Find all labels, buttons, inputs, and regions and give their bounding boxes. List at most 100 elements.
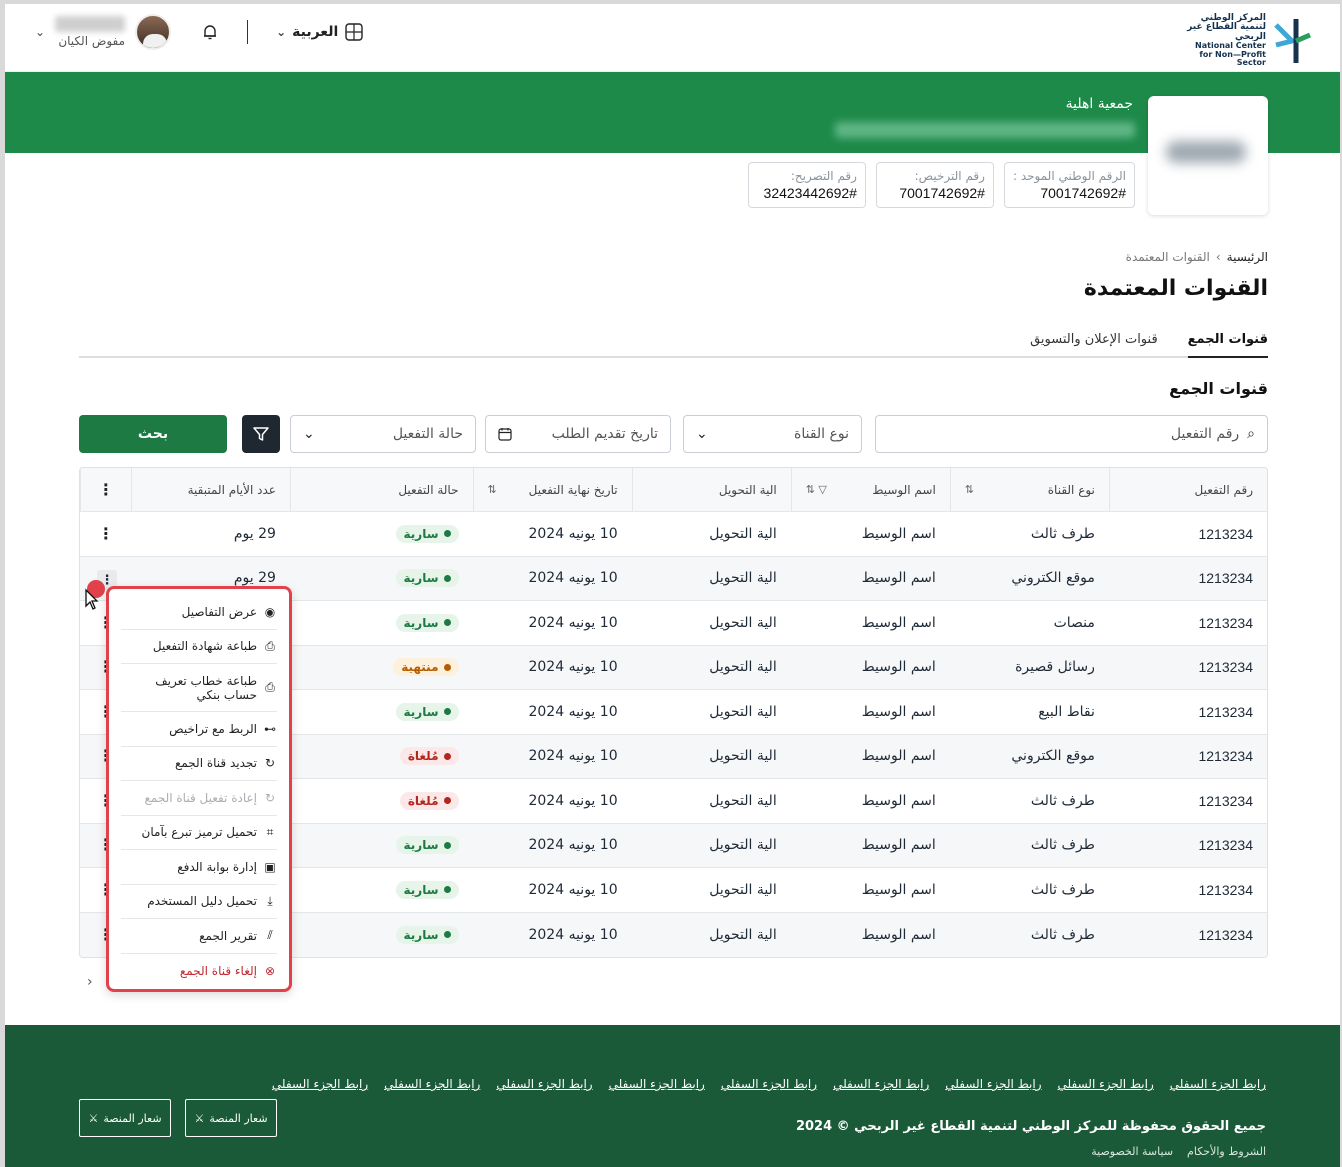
row-actions-kebab-icon[interactable]: ⋮ [80,512,131,556]
broker-name: اسم الوسيط [861,881,936,898]
footer: رابط الجزء السفلي رابط الجزء السفلي رابط ا… [5,1025,1340,1167]
page-title: القنوات المعتمدة [1083,276,1268,301]
col-remaining-days[interactable]: عدد الأيام المتبقية [130,468,290,511]
footer-link[interactable]: رابط الجزء السفلي [496,1077,592,1091]
user-name [55,16,126,32]
language-switcher[interactable]: ⌄ العربية [276,22,364,42]
col-activation-number[interactable]: رقم التفعيل [1108,468,1267,511]
col-broker-name[interactable]: اسم الوسيط ▽ ⇅ [790,468,950,511]
request-date-placeholder: تاريخ تقديم الطلب [551,426,658,442]
status-dot-icon [443,708,451,716]
col-transfer-mechanism[interactable]: الية التحويل [631,468,791,511]
status-label: منتهية [401,660,439,675]
menu-item[interactable]: ⫽ تقرير الجمع [121,919,277,954]
menu-item[interactable]: ⌗ تحميل ترميز تبرع بآمان [121,816,277,850]
menu-item[interactable]: ◉ عرض التفاصيل [121,595,277,630]
menu-item[interactable]: ⎙ طباعة خطاب تعريف حساب بنكي [121,664,277,712]
chevron-down-icon: ⌄ [696,426,708,442]
calendar-icon [498,428,512,441]
org-name [835,122,1135,138]
activation-number-input[interactable]: ⌕ رقم التفعيل [875,415,1268,453]
qr-download-icon: ⌗ [266,824,274,839]
sort-icon[interactable]: ⇅ [965,483,974,496]
menu-item[interactable]: ⊶ الربط مع تراخيص [121,712,277,747]
sort-icon[interactable]: ⇅ [488,483,497,496]
avatar[interactable] [135,14,172,50]
filter-icon [253,427,269,441]
broker-name: اسم الوسيط [861,703,936,720]
status-badge: سارية [395,613,459,632]
menu-item-label: الربط مع تراخيص [169,721,257,736]
footer-link[interactable]: رابط الجزء السفلي [609,1077,705,1091]
legal-links: الشروط والأحكام سياسة الخصوصية [1091,1145,1266,1158]
activation-end-date: 10 يونيه 2024 [528,703,618,720]
activation-number: 1213234 [1198,881,1253,898]
table-header: رقم التفعيل نوع القناة ⇅ اسم الوسيط ▽ ⇅ … [80,468,1267,512]
menu-item[interactable]: ⊗ إلغاء قناة الجمع [121,954,277,989]
column-options-kebab-icon[interactable]: ⋮ [80,468,131,511]
menu-item-label: إعادة تفعيل قناة الجمع [144,790,258,805]
tabs: قنوات الجمع قنوات الإعلان والتسويق [79,332,1268,358]
channel-type: طرف ثالث [1030,792,1095,809]
footer-link[interactable]: رابط الجزء السفلي [272,1077,368,1091]
platform-logo-text: شعار المنصة [103,1111,162,1125]
download-icon: ⤓ [267,893,273,908]
status-cell: سارية [290,824,473,868]
bell-icon[interactable] [201,23,219,41]
status-dot-icon [443,663,451,671]
menu-item[interactable]: ⎙ طباعة شهادة التفعيل [121,630,277,664]
language-label: العربية [292,24,339,40]
footer-link[interactable]: رابط الجزء السفلي [945,1077,1041,1091]
activation-number: 1213234 [1198,659,1253,676]
menu-item-label: تحميل دليل المستخدم [147,894,257,909]
status-dot-icon [443,574,451,582]
user-menu-chevron-icon[interactable]: ⌄ [35,25,45,39]
tab-advertising-channels[interactable]: قنوات الإعلان والتسويق [1030,332,1158,356]
status-cell: سارية [290,868,473,912]
filter-sort-icons[interactable]: ▽ ⇅ [806,483,827,496]
status-cell: منتهية [290,646,473,690]
request-date-input[interactable]: تاريخ تقديم الطلب [485,415,671,453]
activation-end-date: 10 يونيه 2024 [528,792,618,809]
footer-link[interactable]: رابط الجزء السفلي [721,1077,817,1091]
unified-number-box: الرقم الوطني الموحد : 7001742692# [1003,162,1135,208]
broker-name: اسم الوسيط [861,659,936,676]
tab-collection-channels[interactable]: قنوات الجمع [1187,332,1268,358]
breadcrumb-separator-icon: › [1215,250,1221,264]
breadcrumb-home[interactable]: الرئيسية [1227,250,1268,264]
status-dot-icon [443,619,451,627]
status-dot-icon [443,841,451,849]
col-channel-type[interactable]: نوع القناة ⇅ [949,468,1109,511]
platform-logo: شعار المنصة ⚔ [79,1099,171,1137]
footer-link[interactable]: رابط الجزء السفلي [1170,1077,1266,1091]
footer-link[interactable]: رابط الجزء السفلي [384,1077,480,1091]
org-logo-card [1148,96,1268,215]
ncnp-logo[interactable]: المركز الوطني لتنمية القطاع غير الربحي N… [1182,13,1312,67]
footer-link[interactable]: رابط الجزء السفلي [833,1077,929,1091]
privacy-link[interactable]: سياسة الخصوصية [1091,1145,1173,1158]
status-badge: مُلغاة [399,747,459,766]
search-button[interactable]: بحث [79,415,227,453]
activation-status-select[interactable]: حالة التفعيل ⌄ [290,415,476,453]
terms-link[interactable]: الشروط والأحكام [1187,1145,1266,1158]
menu-item[interactable]: ▣ إدارة بوابة الدفع [121,850,277,885]
channel-type-select[interactable]: نوع القناة ⌄ [683,415,862,453]
pagination-prev-icon[interactable]: ‹ [87,974,93,990]
menu-item-label: إدارة بوابة الدفع [177,859,257,874]
channel-type: موقع الكتروني [1011,748,1095,765]
user-menu[interactable]: مفوض الكيان [55,16,126,48]
menu-item[interactable]: ↻ تجديد قناة الجمع [121,747,277,781]
col-activation-end-date[interactable]: تاريخ نهاية التفعيل ⇅ [472,468,632,511]
broker-name: اسم الوسيط [861,614,936,631]
filter-button[interactable] [242,415,280,453]
status-cell: سارية [290,690,473,734]
license-number-box: رقم الترخيص: 7001742692# [875,162,994,208]
activation-status-placeholder: حالة التفعيل [392,426,463,442]
menu-item[interactable]: ⤓ تحميل دليل المستخدم [121,885,277,919]
footer-link[interactable]: رابط الجزء السفلي [1058,1077,1154,1091]
col-activation-status[interactable]: حالة التفعيل [289,468,473,511]
status-dot-icon [443,752,451,760]
status-cell: مُلغاة [290,735,473,779]
search-icon: ⌕ [1247,426,1255,442]
table-row[interactable]: 1213234 طرف ثالث اسم الوسيط الية التحويل 10 … [80,512,1267,557]
